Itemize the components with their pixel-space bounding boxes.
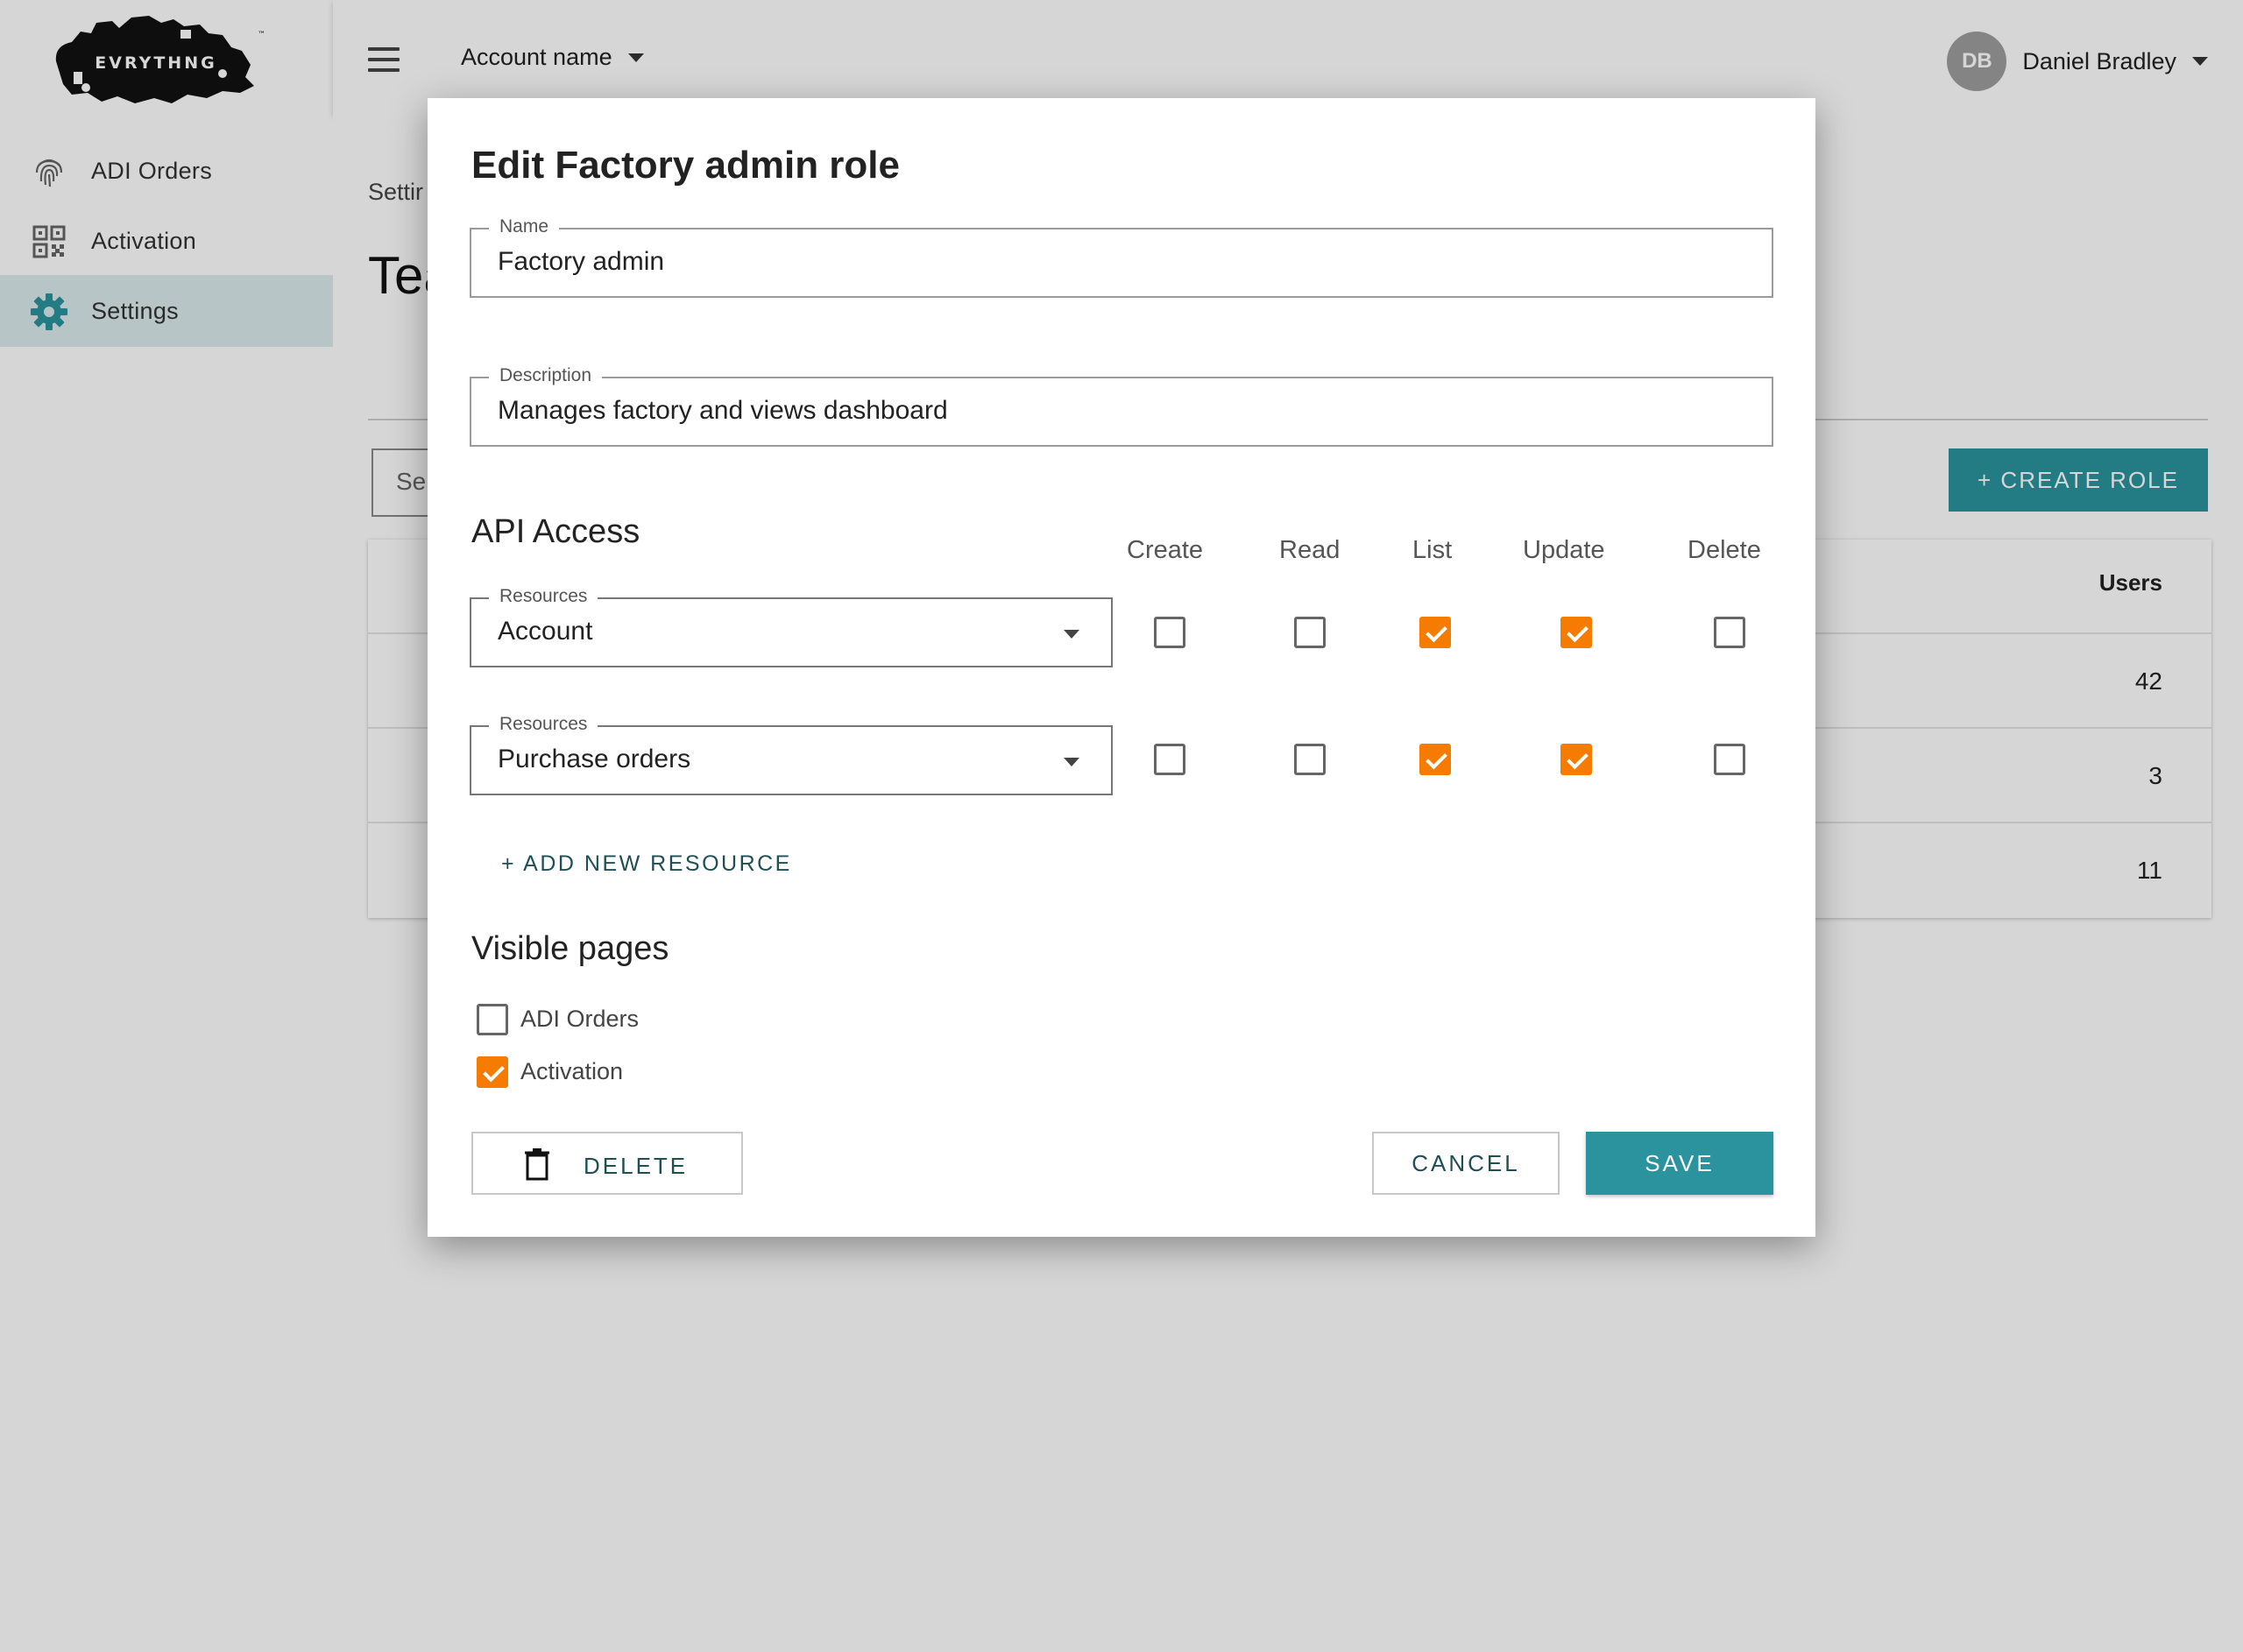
- column-header-read: Read: [1279, 536, 1341, 564]
- resource-select-label: Resources: [489, 714, 598, 735]
- edit-role-dialog: Edit Factory admin role Name Factory adm…: [428, 98, 1815, 1237]
- chevron-down-icon: [1064, 758, 1079, 766]
- perm-update-account[interactable]: [1560, 617, 1592, 648]
- perm-read-purchase-orders[interactable]: [1294, 744, 1326, 775]
- api-access-heading: API Access: [471, 513, 640, 550]
- dialog-title: Edit Factory admin role: [471, 144, 900, 187]
- column-header-update: Update: [1523, 536, 1605, 564]
- name-field-label: Name: [489, 216, 560, 237]
- resource-select-purchase-orders[interactable]: Resources Purchase orders: [470, 714, 1113, 795]
- perm-create-purchase-orders[interactable]: [1154, 744, 1185, 775]
- column-header-create: Create: [1127, 536, 1204, 564]
- perm-read-account[interactable]: [1294, 617, 1326, 648]
- column-header-list: List: [1412, 536, 1453, 564]
- name-field-value: Factory admin: [498, 247, 665, 276]
- save-button[interactable]: SAVE: [1586, 1132, 1773, 1195]
- visible-page-checkbox-activation[interactable]: [477, 1056, 508, 1088]
- trash-icon: [524, 1147, 550, 1181]
- app-root: EVRYTHNG ™ ADI Orders Activation Setting…: [0, 0, 2243, 1652]
- perm-update-purchase-orders[interactable]: [1560, 744, 1592, 775]
- resource-select-account[interactable]: Resources Account: [470, 586, 1113, 667]
- perm-list-purchase-orders[interactable]: [1419, 744, 1451, 775]
- perm-create-account[interactable]: [1154, 617, 1185, 648]
- perm-delete-account[interactable]: [1714, 617, 1745, 648]
- perm-list-account[interactable]: [1419, 617, 1451, 648]
- visible-page-label: Activation: [520, 1058, 624, 1084]
- resource-select-value: Purchase orders: [498, 745, 691, 773]
- chevron-down-icon: [1064, 630, 1079, 639]
- delete-label: DELETE: [584, 1153, 689, 1179]
- resource-select-label: Resources: [489, 586, 598, 607]
- resource-select-value: Account: [498, 617, 593, 646]
- name-field[interactable]: Name Factory admin: [470, 216, 1773, 298]
- description-field[interactable]: Description Manages factory and views da…: [470, 365, 1773, 447]
- description-field-value: Manages factory and views dashboard: [498, 396, 948, 425]
- cancel-button[interactable]: CANCEL: [1372, 1132, 1560, 1195]
- delete-role-button[interactable]: DELETE: [471, 1132, 743, 1195]
- visible-page-checkbox-adi-orders[interactable]: [477, 1004, 508, 1035]
- add-new-resource-button[interactable]: + ADD NEW RESOURCE: [501, 851, 792, 877]
- visible-pages-heading: Visible pages: [471, 930, 669, 967]
- description-field-label: Description: [489, 365, 603, 386]
- visible-page-label: ADI Orders: [520, 1006, 640, 1032]
- perm-delete-purchase-orders[interactable]: [1714, 744, 1745, 775]
- column-header-delete: Delete: [1688, 536, 1761, 564]
